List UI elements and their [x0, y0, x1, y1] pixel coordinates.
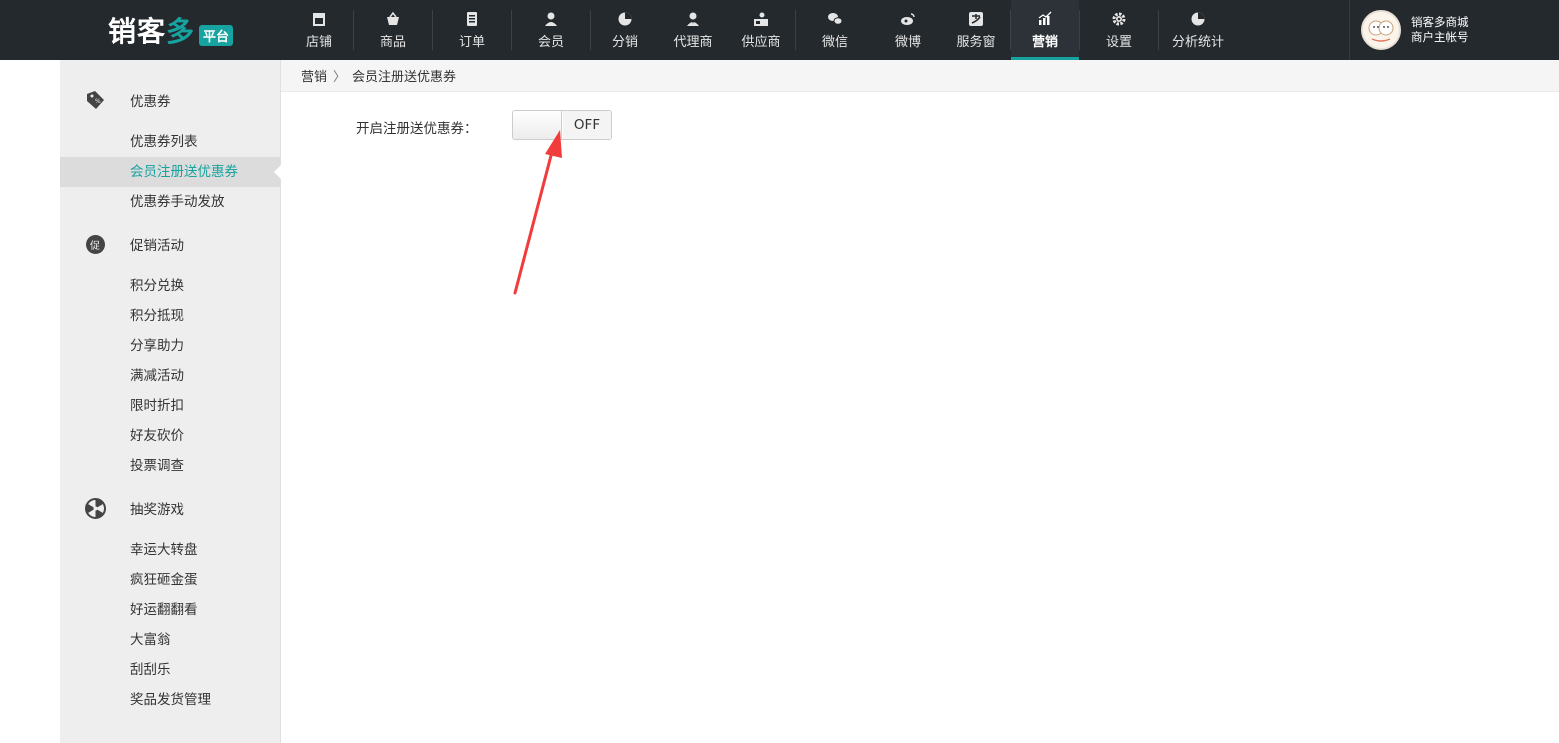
nav-item-9[interactable]: 服务窗 [942, 0, 1010, 60]
sidebar-item[interactable]: 大富翁 [60, 625, 280, 655]
nav-item-6[interactable]: 供应商 [727, 0, 795, 60]
nav-item-5[interactable]: 代理商 [659, 0, 727, 60]
nav-item-8[interactable]: 微博 [874, 0, 942, 60]
sidebar-group: % 优惠券优惠券列表 会员注册送优惠券 优惠券手动发放 [60, 85, 281, 217]
account-info: 销客多商城 商户主帐号 [1411, 15, 1469, 45]
sidebar-item[interactable]: 会员注册送优惠券 [60, 157, 281, 187]
sidebar-group-label: 抽奖游戏 [130, 502, 184, 518]
agent-icon [685, 11, 701, 27]
coupon-tag-icon: % [85, 90, 106, 111]
svg-text:%: % [95, 98, 101, 105]
breadcrumb: 营销 〉 会员注册送优惠券 [281, 60, 1559, 92]
nav-item-3[interactable]: 会员 [512, 0, 590, 60]
nav-item-1[interactable]: 商品 [354, 0, 432, 60]
sidebar-group-header[interactable]: 抽奖游戏 [60, 493, 280, 523]
sidebar-item[interactable]: 积分兑换 [60, 271, 280, 301]
logo-badge: 平台 [199, 24, 234, 46]
sidebar-item[interactable]: 好友砍价 [60, 421, 280, 451]
sidebar-group: 抽奖游戏幸运大转盘 疯狂砸金蛋 好运翻翻看 大富翁 刮刮乐 奖品发货管理 [60, 493, 280, 715]
pie-icon [1190, 11, 1206, 27]
toggle-knob[interactable] [513, 111, 562, 139]
nav-item-label: 订单 [458, 34, 485, 50]
sidebar-item[interactable]: 优惠券列表 [60, 127, 280, 157]
nav-item-label: 商品 [379, 34, 406, 50]
wechat-icon [827, 11, 843, 27]
sidebar: % 优惠券优惠券列表 会员注册送优惠券 优惠券手动发放促 促销活动积分兑换 积分抵现 分享助… [60, 60, 281, 743]
nav-item-0[interactable]: 店铺 [285, 0, 353, 60]
logo-text: 销客多 [107, 15, 195, 48]
sidebar-group-header[interactable]: % 优惠券 [60, 85, 280, 115]
avatar-cartoon-icon [1368, 20, 1394, 42]
breadcrumb-parent[interactable]: 营销 [301, 66, 327, 85]
promotion-icon: 促 [85, 234, 106, 255]
sidebar-item[interactable]: 投票调查 [60, 451, 280, 481]
nav-item-4[interactable]: 分销 [591, 0, 659, 60]
sidebar-item[interactable]: 满减活动 [60, 361, 280, 391]
main-nav: 店铺 商品 订单 会员 分销 代理商 供应商 微信 微博 服务窗 营销 设置 分析统计 [285, 0, 1237, 60]
sidebar-item[interactable]: 刮刮乐 [60, 655, 280, 685]
nav-item-label: 微博 [894, 34, 921, 50]
sidebar-item[interactable]: 优惠券手动发放 [60, 187, 280, 217]
nav-item-label: 服务窗 [956, 34, 996, 50]
sidebar-item[interactable]: 奖品发货管理 [60, 685, 280, 715]
account-role: 商户主帐号 [1411, 30, 1469, 44]
nav-item-10[interactable]: 营销 [1011, 0, 1079, 60]
sidebar-item[interactable]: 好运翻翻看 [60, 595, 280, 625]
pie-icon [617, 11, 633, 27]
sidebar-item[interactable]: 分享助力 [60, 331, 280, 361]
register-coupon-toggle[interactable]: OFF [512, 110, 612, 140]
sidebar-item[interactable]: 幸运大转盘 [60, 535, 280, 565]
alipay-icon [968, 11, 984, 27]
sidebar-group-spacer [60, 115, 280, 127]
nav-item-label: 分析统计 [1171, 34, 1224, 50]
nav-item-label: 代理商 [673, 34, 713, 50]
annotation-arrow-shaft [513, 146, 555, 295]
svg-text:促: 促 [90, 239, 100, 252]
register-coupon-label: 开启注册送优惠券： [356, 121, 478, 137]
nav-item-2[interactable]: 订单 [433, 0, 511, 60]
nav-item-label: 微信 [821, 34, 848, 50]
sidebar-group-header[interactable]: 促 促销活动 [60, 229, 280, 259]
supplier-icon [753, 11, 769, 27]
sidebar-group-label: 促销活动 [130, 238, 184, 254]
chart-icon [1037, 11, 1053, 27]
breadcrumb-current: 会员注册送优惠券 [352, 70, 457, 85]
breadcrumb-separator: 〉 [333, 70, 347, 85]
nav-item-label: 设置 [1105, 34, 1132, 50]
basket-icon [385, 11, 401, 27]
nav-item-12[interactable]: 分析统计 [1159, 0, 1237, 60]
top-navigation-bar: 销客多 平台 店铺 商品 订单 会员 分销 代理商 供应商 微信 微博 服务窗 营销 设置 分析统计 销… [0, 0, 1559, 60]
sidebar-group-spacer [60, 523, 280, 535]
lottery-wheel-icon [85, 497, 106, 519]
sidebar-item[interactable]: 疯狂砸金蛋 [60, 565, 280, 595]
gear-icon [1111, 11, 1127, 27]
toggle-state-label: OFF [563, 111, 611, 139]
avatar[interactable] [1361, 10, 1401, 50]
sidebar-item[interactable]: 积分抵现 [60, 301, 280, 331]
store-icon [311, 11, 327, 27]
order-icon [464, 11, 480, 27]
account-area[interactable]: 销客多商城 商户主帐号 [1349, 0, 1559, 60]
account-name: 销客多商城 [1411, 15, 1469, 29]
nav-item-11[interactable]: 设置 [1080, 0, 1158, 60]
sidebar-item[interactable]: 限时折扣 [60, 391, 280, 421]
nav-item-label: 分销 [611, 34, 638, 50]
sidebar-group-label: 优惠券 [130, 94, 171, 110]
sidebar-group: 促 促销活动积分兑换 积分抵现 分享助力 满减活动 限时折扣 好友砍价 投票调查 [60, 229, 280, 481]
nav-item-label: 供应商 [741, 34, 781, 50]
nav-item-label: 店铺 [305, 34, 332, 50]
weibo-icon [900, 11, 916, 27]
user-icon [543, 11, 559, 27]
nav-item-7[interactable]: 微信 [796, 0, 874, 60]
platform-logo[interactable]: 销客多 平台 [60, 0, 281, 60]
sidebar-group-spacer [60, 259, 280, 271]
nav-item-label: 会员 [537, 34, 564, 50]
nav-item-label: 营销 [1031, 34, 1058, 50]
